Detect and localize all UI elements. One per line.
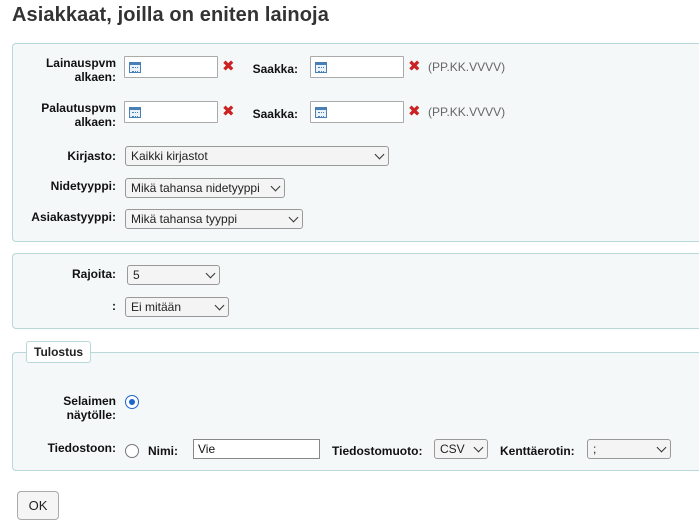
delimiter-select[interactable]: ;: [587, 439, 671, 459]
chevron-down-icon: [270, 181, 281, 192]
patrontype-label: Asiakastyyppi:: [31, 210, 116, 224]
chevron-down-icon: [374, 149, 385, 160]
calendar-icon[interactable]: [129, 62, 141, 73]
limit-by-label: :: [112, 299, 116, 313]
return-date-to-input[interactable]: [310, 101, 404, 123]
chevron-down-icon: [473, 442, 484, 453]
itemtype-label: Nidetyyppi:: [50, 179, 116, 193]
file-output-radio[interactable]: [125, 444, 139, 458]
limit-label: Rajoita:: [71, 267, 116, 281]
calendar-icon[interactable]: [315, 62, 327, 73]
browser-output-label: Selaimen näytölle:: [20, 394, 116, 422]
file-format-select-value: CSV: [440, 442, 465, 456]
limits-fieldset: [12, 253, 699, 329]
limit-by-select-value: Ei mitään: [131, 300, 182, 314]
calendar-icon[interactable]: [129, 107, 141, 118]
delimiter-label: Kenttäerotin:: [500, 444, 575, 458]
browser-output-label-line2: näytölle:: [66, 408, 116, 422]
loan-date-from-label-line1: Lainauspvm: [45, 56, 116, 70]
chevron-down-icon: [205, 268, 216, 279]
loan-date-to-label: Saakka:: [252, 62, 298, 76]
patrontype-select-value: Mikä tahansa tyyppi: [131, 212, 238, 226]
return-date-from-label-line2: alkaen:: [74, 115, 116, 129]
calendar-icon[interactable]: [315, 107, 327, 118]
clear-return-date-from-icon[interactable]: ✖: [222, 104, 235, 119]
file-name-input[interactable]: Vie: [193, 439, 320, 459]
loan-date-from-label: Lainauspvm alkaen:: [20, 56, 116, 84]
return-date-from-label-line1: Palautuspvm: [41, 101, 116, 115]
loan-date-from-input[interactable]: [124, 56, 218, 78]
limit-by-select[interactable]: Ei mitään: [125, 297, 229, 317]
date-format-hint: (PP.KK.VVVV): [428, 60, 506, 74]
return-date-to-label: Saakka:: [252, 107, 298, 121]
delimiter-select-value: ;: [593, 442, 597, 456]
file-output-label: Tiedostoon:: [47, 441, 116, 455]
itemtype-select[interactable]: Mikä tahansa nidetyyppi: [125, 178, 285, 198]
return-date-from-label: Palautuspvm alkaen:: [20, 101, 116, 129]
itemtype-select-value: Mikä tahansa nidetyyppi: [131, 181, 260, 195]
clear-return-date-to-icon[interactable]: ✖: [408, 104, 421, 119]
chevron-down-icon: [656, 442, 667, 453]
library-select[interactable]: Kaikki kirjastot: [125, 146, 389, 166]
date-format-hint: (PP.KK.VVVV): [428, 105, 506, 119]
file-format-label: Tiedostomuoto:: [332, 444, 423, 458]
loan-date-to-input[interactable]: [310, 56, 404, 78]
file-format-select[interactable]: CSV: [434, 439, 488, 459]
file-name-label: Nimi:: [148, 444, 178, 458]
library-label: Kirjasto:: [67, 149, 116, 163]
chevron-down-icon: [214, 300, 225, 311]
clear-loan-date-to-icon[interactable]: ✖: [408, 59, 421, 74]
library-select-value: Kaikki kirjastot: [131, 149, 208, 163]
ok-button[interactable]: OK: [17, 491, 59, 520]
patrontype-select[interactable]: Mikä tahansa tyyppi: [125, 209, 303, 229]
limit-select[interactable]: 5: [127, 265, 220, 285]
loan-date-from-label-line2: alkaen:: [74, 70, 116, 84]
browser-output-label-line1: Selaimen: [63, 394, 116, 408]
limit-select-value: 5: [133, 268, 140, 282]
return-date-from-input[interactable]: [124, 101, 218, 123]
output-legend: Tulostus: [26, 341, 92, 363]
chevron-down-icon: [288, 212, 299, 223]
clear-loan-date-from-icon[interactable]: ✖: [222, 59, 235, 74]
browser-output-radio[interactable]: [125, 395, 139, 409]
page-title: Asiakkaat, joilla on eniten lainoja: [12, 4, 329, 26]
